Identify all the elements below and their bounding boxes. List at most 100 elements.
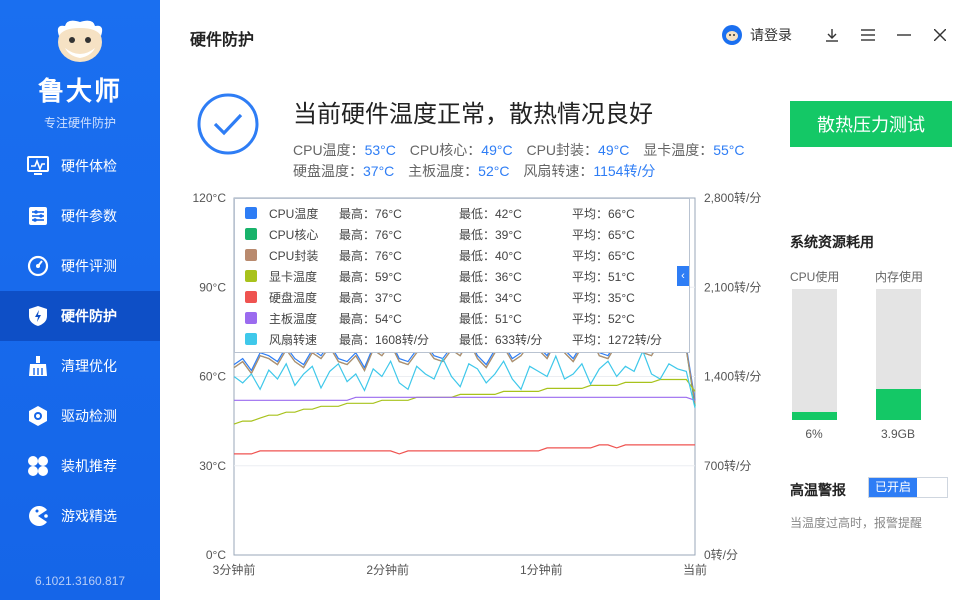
y-right-tick-label: 2,800转/分 — [704, 190, 761, 205]
legend-swatch — [245, 207, 257, 219]
legend-series-name: 主板温度 — [269, 311, 318, 326]
stress-test-button[interactable]: 散热压力测试 — [790, 101, 952, 147]
legend-series-name: 硬盘温度 — [269, 290, 318, 305]
close-icon — [934, 29, 946, 41]
legend-min: 最低：633转/分 — [459, 332, 543, 347]
cpu-usage-bar — [792, 289, 837, 420]
legend-swatch — [245, 291, 257, 303]
reading-disk-temp: 硬盘温度：37°C — [293, 163, 395, 179]
legend-row: 主板温度 最高：54°C 最低：51°C 平均：52°C — [245, 308, 685, 328]
legend-row: CPU温度 最高：76°C 最低：42°C 平均：66°C — [245, 203, 685, 223]
legend-row: 显卡温度 最高：59°C 最低：36°C 平均：51°C — [245, 266, 685, 286]
readings-row-2: 硬盘温度：37°C 主板温度：52°C 风扇转速：1154转/分 — [293, 161, 665, 181]
reading-gpu-temp: 显卡温度：55°C — [643, 142, 745, 158]
sidebar-item-build-recommend[interactable]: 装机推荐 — [0, 441, 160, 491]
legend-min: 最低：39°C — [459, 227, 522, 242]
sidebar-item-hardware-params[interactable]: 硬件参数 — [0, 191, 160, 241]
legend-max: 最高：54°C — [339, 311, 402, 326]
cpu-usage-value: 6% — [805, 427, 823, 441]
brand-tagline: 专注硬件防护 — [43, 116, 116, 130]
sliders-icon — [27, 205, 49, 227]
page-title: 硬件防护 — [190, 32, 255, 49]
legend-avg: 平均：66°C — [572, 206, 635, 221]
grid-icon — [27, 455, 49, 477]
legend-series-name: CPU温度 — [269, 206, 319, 221]
minimize-button[interactable] — [886, 24, 922, 46]
login-button[interactable]: 请登录 — [722, 25, 792, 45]
y-left-tick-label: 120°C — [193, 191, 227, 205]
legend-avg: 平均：35°C — [572, 290, 635, 305]
temp-alarm-title: 高温警报 — [790, 482, 846, 498]
series-line — [234, 396, 696, 401]
sidebar-item-cleanup[interactable]: 清理优化 — [0, 341, 160, 391]
y-left-tick-label: 30°C — [199, 459, 226, 473]
sidebar-item-label: 硬件防护 — [61, 308, 117, 324]
y-left-tick-label: 60°C — [199, 370, 226, 384]
readings-row-1: CPU温度：53°C CPU核心：49°C CPU封装：49°C 显卡温度：55… — [293, 140, 754, 160]
sidebar-item-hardware-check[interactable]: 硬件体检 — [0, 141, 160, 191]
y-right-tick-label: 1,400转/分 — [704, 369, 761, 384]
legend-max: 最高：59°C — [339, 269, 402, 284]
collapse-legend-button[interactable]: ‹ — [677, 266, 689, 286]
login-label: 请登录 — [750, 27, 792, 43]
avatar-icon — [722, 25, 742, 45]
sidebar-item-label: 游戏精选 — [61, 508, 117, 524]
legend-row: 风扇转速 最高：1608转/分 最低：633转/分 平均：1272转/分 — [245, 329, 685, 349]
legend-max: 最高：76°C — [339, 248, 402, 263]
close-button[interactable] — [922, 24, 958, 46]
temp-alarm-description: 当温度过高时，报警提醒 — [790, 516, 923, 530]
reading-cpu-temp: CPU温度：53°C — [293, 142, 396, 158]
y-right-tick-label: 700转/分 — [704, 458, 751, 473]
legend-swatch — [245, 228, 257, 240]
x-tick-label: 3分钟前 — [213, 562, 256, 577]
sidebar-item-games[interactable]: 游戏精选 — [0, 491, 160, 541]
brand-name: 鲁大师 — [37, 76, 122, 106]
legend-max: 最高：76°C — [339, 227, 402, 242]
y-left-tick-label: 0°C — [206, 548, 226, 562]
sidebar-item-label: 清理优化 — [61, 358, 117, 374]
toggle-on-label: 已开启 — [869, 478, 917, 497]
legend-min: 最低：34°C — [459, 290, 522, 305]
legend-avg: 平均：51°C — [572, 269, 635, 284]
minimize-icon — [897, 34, 911, 36]
legend-swatch — [245, 333, 257, 345]
series-line — [234, 444, 695, 455]
legend-swatch — [245, 249, 257, 261]
sidebar: 鲁大师 专注硬件防护 硬件体检 硬件参数 硬件评测 硬件防护 清理优化 驱动检测… — [0, 0, 160, 600]
sidebar-item-label: 硬件体检 — [61, 158, 117, 174]
status-title: 当前硬件温度正常，散热情况良好 — [293, 101, 653, 128]
x-tick-label: 当前 — [683, 562, 707, 577]
temp-alarm-toggle[interactable]: 已开启 — [868, 477, 948, 498]
reading-cpu-package: CPU封装：49°C — [526, 142, 630, 158]
cpu-usage-label: CPU使用 — [790, 270, 840, 284]
legend-row: 硬盘温度 最高：37°C 最低：34°C 平均：35°C — [245, 287, 685, 307]
check-circle-icon — [197, 93, 259, 155]
legend-avg: 平均：65°C — [572, 227, 635, 242]
broom-icon — [27, 355, 49, 377]
cpu-usage-fill — [792, 412, 837, 420]
reading-board-temp: 主板温度：52°C — [408, 163, 510, 179]
app-window: 鲁大师 专注硬件防护 硬件体检 硬件参数 硬件评测 硬件防护 清理优化 驱动检测… — [0, 0, 980, 600]
series-line — [233, 378, 696, 425]
download-button[interactable] — [814, 24, 850, 46]
menu-icon — [861, 29, 875, 41]
mem-usage-bar — [876, 289, 921, 420]
y-left-tick-label: 90°C — [199, 280, 226, 294]
version-label: 6.1021.3160.817 — [34, 574, 126, 588]
shield-icon — [27, 305, 49, 327]
monitor-icon — [27, 155, 49, 177]
legend-max: 最高：76°C — [339, 206, 402, 221]
chart-legend: CPU温度 最高：76°C 最低：42°C 平均：66°C CPU核心 最高：76°C 最低… — [234, 198, 690, 353]
legend-series-name: 显卡温度 — [269, 269, 318, 284]
gear-icon — [27, 405, 49, 427]
legend-avg: 平均：65°C — [572, 248, 635, 263]
menu-button[interactable] — [850, 24, 886, 46]
y-right-tick-label: 2,100转/分 — [704, 279, 761, 294]
legend-min: 最低：42°C — [459, 206, 522, 221]
sidebar-item-driver-check[interactable]: 驱动检测 — [0, 391, 160, 441]
legend-min: 最低：40°C — [459, 248, 522, 263]
sidebar-item-hardware-benchmark[interactable]: 硬件评测 — [0, 241, 160, 291]
resources-title: 系统资源耗用 — [790, 234, 874, 250]
sidebar-item-hardware-protection[interactable]: 硬件防护 — [0, 291, 160, 341]
legend-avg: 平均：1272转/分 — [572, 332, 663, 347]
